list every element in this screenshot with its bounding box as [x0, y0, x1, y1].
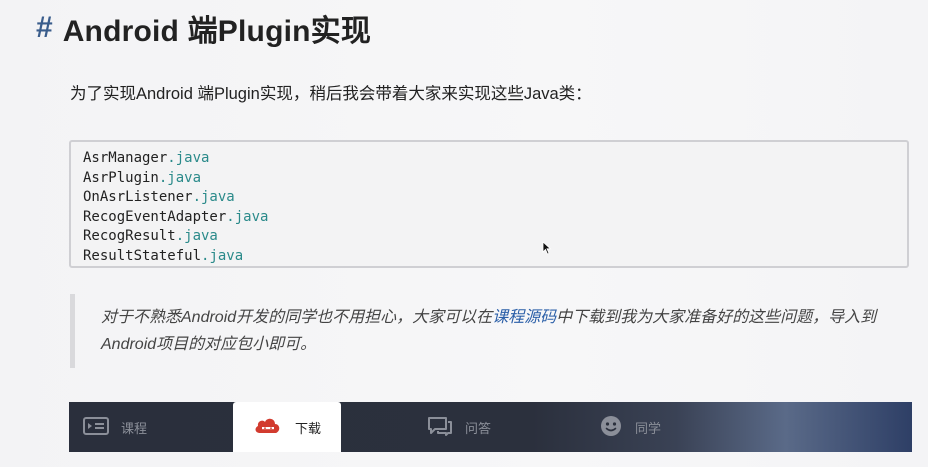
heading-title: Android 端Plugin实现	[62, 15, 372, 48]
heading-anchor-hash[interactable]: #	[36, 11, 53, 45]
note-blockquote: 对于不熟悉Android开发的同学也不用担心，大家可以在课程源码中下载到我为大家…	[70, 294, 890, 368]
code-file-ext: .java	[167, 150, 210, 166]
code-file-ext: .java	[201, 247, 244, 264]
code-line: RecogResult.java	[83, 227, 907, 247]
code-block: AsrManager.java AsrPlugin.java OnAsrList…	[69, 140, 909, 268]
smiley-face-icon	[599, 414, 623, 441]
code-line: OnAsrListener.java	[83, 188, 907, 208]
tab-download-label: 下载	[294, 420, 321, 436]
code-line: AsrPlugin.java	[83, 169, 907, 189]
code-file-ext: .java	[175, 228, 218, 244]
code-class-name: ResultStateful	[83, 247, 202, 264]
course-source-link[interactable]: 课程源码	[492, 309, 556, 326]
code-line: RecogEventAdapter.java	[83, 208, 907, 228]
bottom-tab-bar: 课程 下载 问答 同学	[69, 402, 912, 452]
code-file-ext: .java	[192, 189, 235, 205]
code-line: AsrManager.java	[83, 149, 907, 169]
code-class-name: AsrManager	[83, 150, 168, 166]
video-card-icon	[83, 416, 109, 438]
code-class-name: RecogEventAdapter	[83, 208, 227, 225]
section-heading: # Android 端Plugin实现	[36, 8, 371, 48]
tab-qa[interactable]: 问答	[427, 402, 491, 452]
code-file-ext: .java	[158, 169, 202, 186]
chat-bubble-icon	[427, 416, 453, 439]
mouse-pointer-icon	[542, 241, 552, 255]
code-class-name: RecogResult	[83, 228, 176, 244]
tab-course-label: 课程	[121, 420, 148, 436]
code-class-name: AsrPlugin	[83, 169, 159, 186]
tab-qa-label: 问答	[465, 420, 492, 436]
page: # Android 端Plugin实现 为了实现Android 端Plugin实…	[0, 0, 928, 467]
code-class-name: OnAsrListener	[83, 189, 193, 205]
tab-download[interactable]: 下载	[233, 402, 341, 452]
note-text: 对于不熟悉Android开发的同学也不用担心，大家可以在课程源码中下载到我为大家…	[101, 304, 890, 358]
intro-paragraph: 为了实现Android 端Plugin实现，稍后我会带着大家来实现这些Java类…	[70, 85, 592, 103]
tab-classmates[interactable]: 同学	[599, 402, 661, 452]
cloud-download-icon	[253, 416, 283, 439]
note-text-before: 对于不熟悉Android开发的同学也不用担心，大家可以在	[101, 309, 493, 326]
code-line: ResultStateful.java	[83, 247, 907, 267]
code-file-ext: .java	[226, 208, 269, 225]
tab-course[interactable]: 课程	[83, 402, 147, 452]
tab-classmates-label: 同学	[635, 420, 662, 436]
